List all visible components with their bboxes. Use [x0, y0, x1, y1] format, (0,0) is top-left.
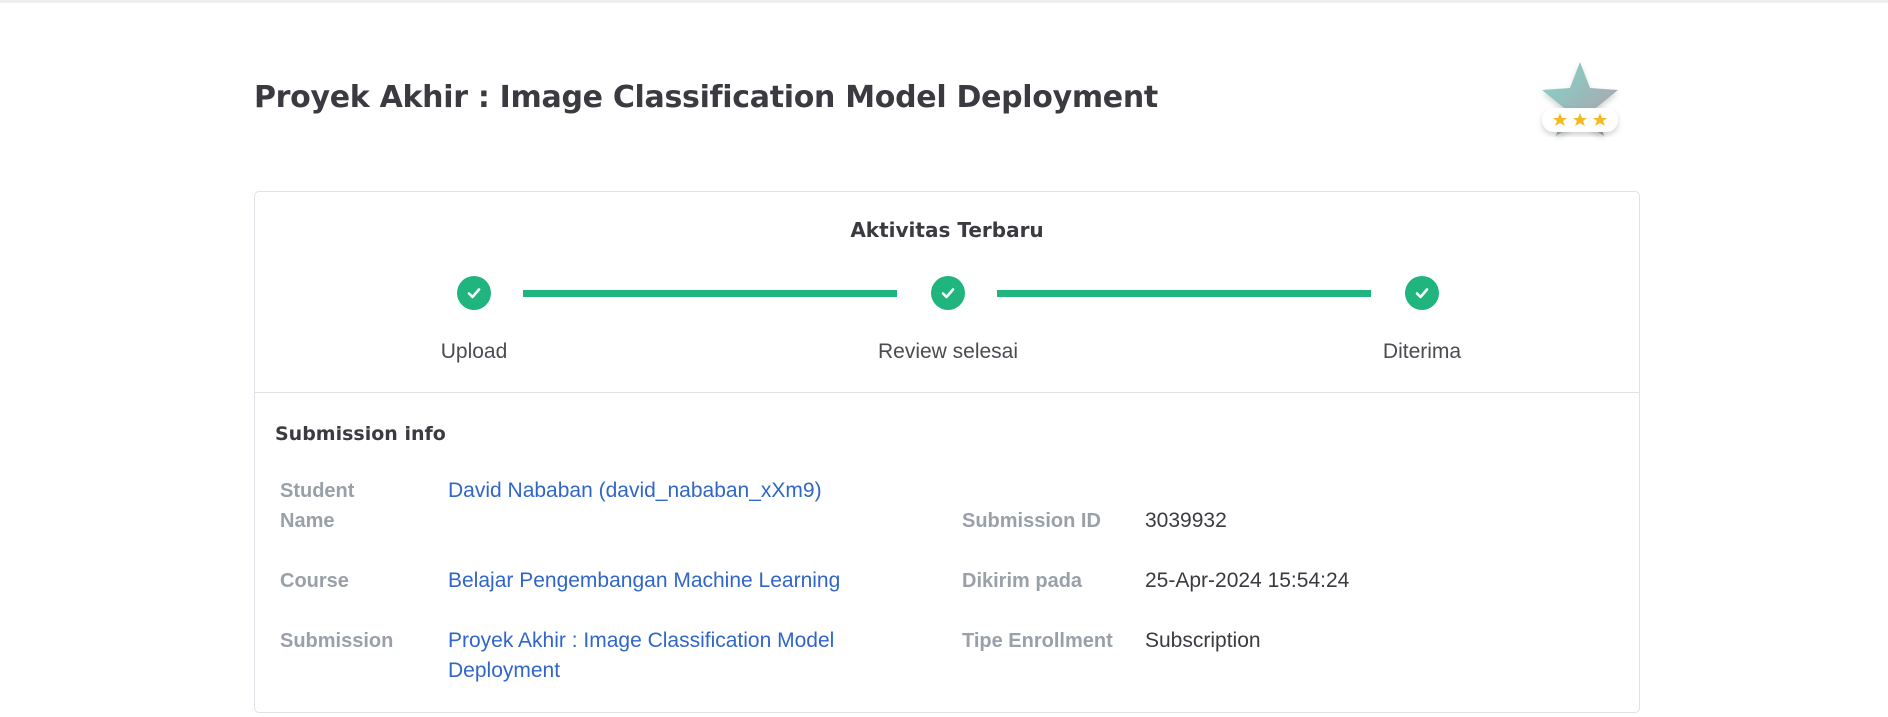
step-upload-check-icon [457, 276, 491, 310]
activity-title: Aktivitas Terbaru [850, 218, 1044, 242]
page-title: Proyek Akhir : Image Classification Mode… [254, 80, 1158, 115]
progress-line-1 [523, 290, 897, 297]
top-divider [0, 0, 1888, 3]
student-name-label: Student Name [280, 480, 355, 532]
step-label-accepted: Diterima [1382, 340, 1462, 363]
enrollment-type-label: Tipe Enrollment [962, 630, 1113, 652]
submission-label: Submission [280, 630, 394, 652]
submission-id-value: 3039932 [1145, 509, 1227, 532]
star-rating-badge-icon [1532, 56, 1628, 152]
step-label-review: Review selesai [877, 340, 1019, 363]
submission-link[interactable]: Proyek Akhir : Image Classification Mode… [448, 626, 868, 686]
sent-at-value: 25-Apr-2024 15:54:24 [1145, 569, 1350, 592]
student-name-link[interactable]: David Nababan (david_nababan_xXm9) [448, 476, 868, 506]
sent-at-label: Dikirim pada [962, 570, 1083, 592]
enrollment-type-value: Subscription [1145, 629, 1261, 652]
submission-info-heading: Submission info [275, 423, 446, 445]
submission-id-label: Submission ID [962, 510, 1101, 532]
step-accepted-check-icon [1405, 276, 1439, 310]
submission-card: Aktivitas Terbaru Upload Review selesai … [254, 191, 1640, 713]
course-label: Course [280, 570, 349, 592]
section-divider [255, 392, 1639, 393]
step-label-upload: Upload [440, 340, 508, 363]
step-review-check-icon [931, 276, 965, 310]
course-link[interactable]: Belajar Pengembangan Machine Learning [448, 566, 908, 596]
progress-line-2 [997, 290, 1371, 297]
